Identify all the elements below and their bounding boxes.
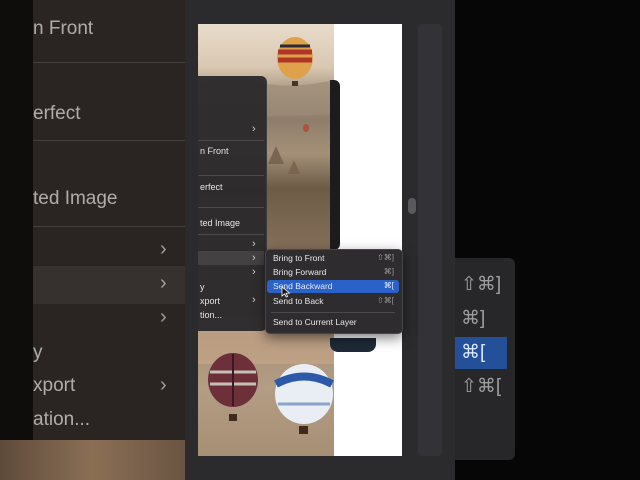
chevron-right-icon: › — [160, 374, 167, 396]
menu-item-image[interactable]: ted Image — [200, 218, 240, 228]
zoomed-shortcut: ⌘[ — [461, 342, 486, 363]
chevron-right-icon: › — [160, 306, 167, 328]
menu-item-y[interactable]: y — [200, 282, 205, 292]
chevron-right-icon: › — [252, 294, 256, 306]
shortcut-label: ⌘[ — [383, 281, 394, 290]
chevron-right-icon: › — [252, 266, 256, 278]
balloon-lower-right — [274, 364, 334, 434]
submenu-label: Bring to Front — [273, 253, 325, 263]
canvas-dark-foot — [330, 338, 376, 352]
zoomed-text-image: ted Image — [33, 188, 118, 209]
zoomed-photo-strip — [0, 440, 185, 480]
chevron-right-icon: › — [252, 123, 256, 135]
scrollbar-thumb[interactable] — [408, 198, 416, 214]
mouse-pointer-icon — [281, 286, 291, 298]
submenu-item-bring-to-front[interactable]: Bring to Front ⇧⌘] — [267, 252, 399, 265]
context-menu-separator — [198, 207, 264, 208]
shortcut-label: ⌘] — [383, 267, 394, 276]
submenu-label: Bring Forward — [273, 267, 327, 277]
menu-item-ation[interactable]: tion... — [200, 310, 222, 320]
menu-item-export[interactable]: xport — [200, 296, 220, 306]
zoomed-separator — [33, 140, 185, 141]
shortcut-label: ⇧⌘] — [377, 253, 394, 262]
zoomed-separator — [33, 226, 185, 227]
zoomed-separator — [33, 62, 185, 63]
submenu-separator — [271, 312, 395, 313]
menu-item-bring-front[interactable]: n Front — [200, 146, 229, 156]
canvas-white-area[interactable] — [334, 24, 402, 456]
zoomed-shortcut: ⇧⌘[ — [461, 376, 502, 397]
context-menu-separator — [198, 234, 264, 235]
balloon-top — [277, 37, 313, 86]
context-menu — [198, 76, 267, 331]
zoomed-text-ation: ation... — [33, 409, 91, 430]
chevron-right-icon: › — [160, 272, 167, 294]
chevron-right-icon: › — [252, 238, 256, 250]
submenu-item-send-to-current-layer[interactable]: Send to Current Layer — [267, 316, 399, 329]
submenu-item-bring-forward[interactable]: Bring Forward ⌘] — [267, 266, 399, 279]
zoomed-text-export: xport — [33, 375, 76, 396]
zoomed-menu-right: ⇧⌘] ⌘] ⌘[ ⇧⌘[ — [455, 0, 640, 480]
left-edge — [0, 0, 33, 480]
canvas-dark-shape — [330, 80, 340, 250]
balloon-lower-left — [208, 353, 258, 421]
zoomed-text-perfect: erfect — [33, 103, 81, 124]
context-menu-separator — [198, 140, 264, 141]
zoomed-text-y: y — [33, 342, 43, 363]
shortcut-label: ⇧⌘[ — [377, 296, 394, 305]
menu-item-perfect[interactable]: erfect — [200, 182, 223, 192]
zoomed-menu-left: n Front erfect ted Image › › › y xport ›… — [0, 0, 185, 480]
chevron-right-icon: › — [252, 252, 256, 264]
right-sidebar-panel — [418, 24, 442, 456]
submenu-label: Send to Current Layer — [273, 317, 357, 327]
zoomed-shortcut: ⌘] — [461, 308, 486, 329]
chevron-right-icon: › — [160, 238, 167, 260]
zoomed-shortcut: ⇧⌘] — [461, 274, 502, 295]
context-menu-separator — [198, 175, 264, 176]
zoomed-text-bring-front: n Front — [33, 18, 94, 39]
